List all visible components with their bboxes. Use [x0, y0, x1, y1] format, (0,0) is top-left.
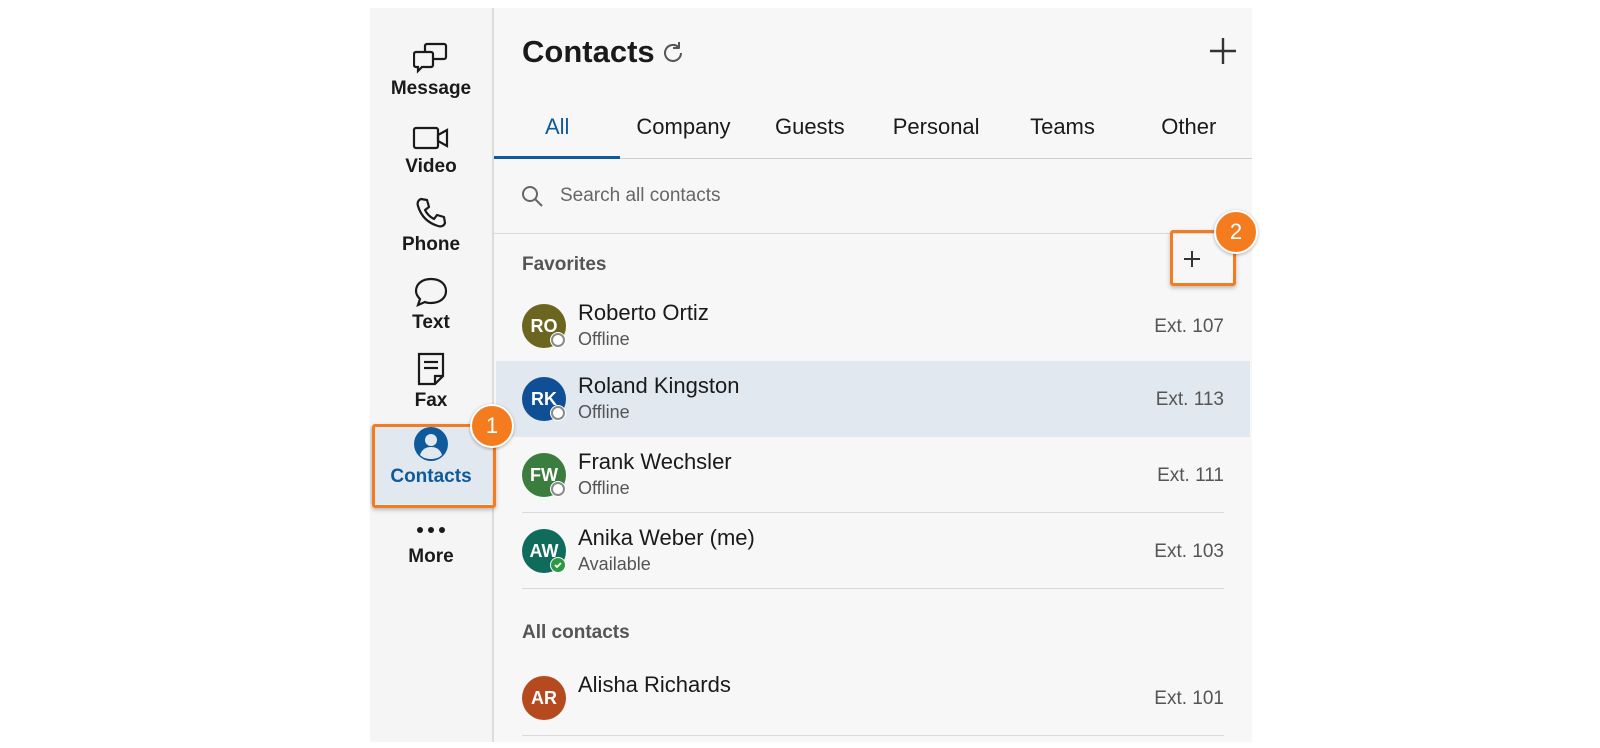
- nav-label: Phone: [401, 234, 461, 255]
- contact-tabs: All Company Guests Personal Teams Other: [494, 104, 1252, 159]
- tab-other[interactable]: Other: [1126, 104, 1252, 158]
- step-badge-1: 1: [470, 404, 514, 448]
- row-divider: [522, 588, 1224, 589]
- nav-label: Video: [405, 156, 457, 177]
- video-icon: [412, 116, 450, 152]
- favorites-heading: Favorites: [522, 254, 607, 275]
- nav-label: More: [408, 546, 454, 567]
- more-icon: [414, 506, 448, 542]
- contact-row-frank-wechsler[interactable]: FW Frank Wechsler Offline Ext. 111: [496, 437, 1250, 513]
- add-favorite-button[interactable]: [1164, 234, 1220, 284]
- contact-extension: Ext. 111: [1157, 465, 1224, 486]
- add-contact-button[interactable]: [1206, 34, 1240, 68]
- nav-item-more[interactable]: More: [370, 506, 492, 584]
- tab-guests[interactable]: Guests: [747, 104, 873, 158]
- search-input[interactable]: [558, 184, 1162, 208]
- contact-name: Frank Wechsler: [578, 449, 732, 474]
- contact-status: Offline: [578, 329, 630, 349]
- nav-rail: Message Video Phone Text Fax Contacts Mo…: [370, 8, 494, 742]
- nav-item-message[interactable]: Message: [370, 38, 492, 116]
- nav-label: Contacts: [390, 466, 472, 487]
- nav-item-text[interactable]: Text: [370, 272, 492, 350]
- tab-teams[interactable]: Teams: [999, 104, 1125, 158]
- tab-personal[interactable]: Personal: [873, 104, 999, 158]
- contact-extension: Ext. 113: [1155, 389, 1224, 410]
- row-divider: [522, 735, 1224, 736]
- nav-label: Fax: [414, 390, 448, 411]
- contacts-icon: [413, 426, 449, 462]
- all-contacts-heading: All contacts: [522, 622, 630, 643]
- nav-item-video[interactable]: Video: [370, 116, 492, 194]
- contact-name: Alisha Richards: [578, 672, 731, 697]
- avatar: AR: [522, 676, 566, 720]
- nav-item-phone[interactable]: Phone: [370, 194, 492, 272]
- refresh-icon[interactable]: [660, 40, 686, 66]
- contact-extension: Ext. 107: [1154, 316, 1224, 337]
- tab-company[interactable]: Company: [620, 104, 746, 158]
- contact-name: Roland Kingston: [578, 373, 740, 398]
- search-icon: [520, 184, 544, 208]
- contact-row-alisha-richards[interactable]: AR Alisha Richards Ext. 101: [496, 660, 1250, 736]
- contact-status: Available: [578, 554, 651, 574]
- nav-label: Text: [412, 312, 450, 333]
- contact-row-roland-kingston[interactable]: RK Roland Kingston Offline Ext. 113: [496, 361, 1250, 437]
- contact-name: Anika Weber (me): [578, 525, 755, 550]
- contact-extension: Ext. 101: [1154, 688, 1224, 709]
- contact-status: Offline: [578, 478, 630, 498]
- contact-extension: Ext. 103: [1154, 541, 1224, 562]
- page-title: Contacts: [522, 34, 655, 69]
- message-icon: [413, 38, 449, 74]
- step-badge-2: 2: [1214, 210, 1258, 254]
- phone-icon: [414, 194, 448, 230]
- available-status-icon: [550, 557, 566, 573]
- contact-status: Offline: [578, 402, 630, 422]
- tab-all[interactable]: All: [494, 104, 621, 159]
- contacts-app: Message Video Phone Text Fax Contacts Mo…: [370, 8, 1252, 742]
- contact-name: Roberto Ortiz: [578, 300, 709, 325]
- text-icon: [413, 272, 449, 308]
- offline-status-icon: [550, 405, 566, 421]
- contacts-pane: Contacts All Company Guests Personal Tea…: [494, 8, 1252, 742]
- nav-label: Message: [390, 78, 472, 99]
- contact-row-roberto-ortiz[interactable]: RO Roberto Ortiz Offline Ext. 107: [496, 288, 1250, 364]
- contact-row-anika-weber[interactable]: AW Anika Weber (me) Available Ext. 103: [496, 513, 1250, 589]
- search-bar: [494, 159, 1252, 234]
- fax-icon: [415, 350, 447, 386]
- offline-status-icon: [550, 332, 566, 348]
- offline-status-icon: [550, 481, 566, 497]
